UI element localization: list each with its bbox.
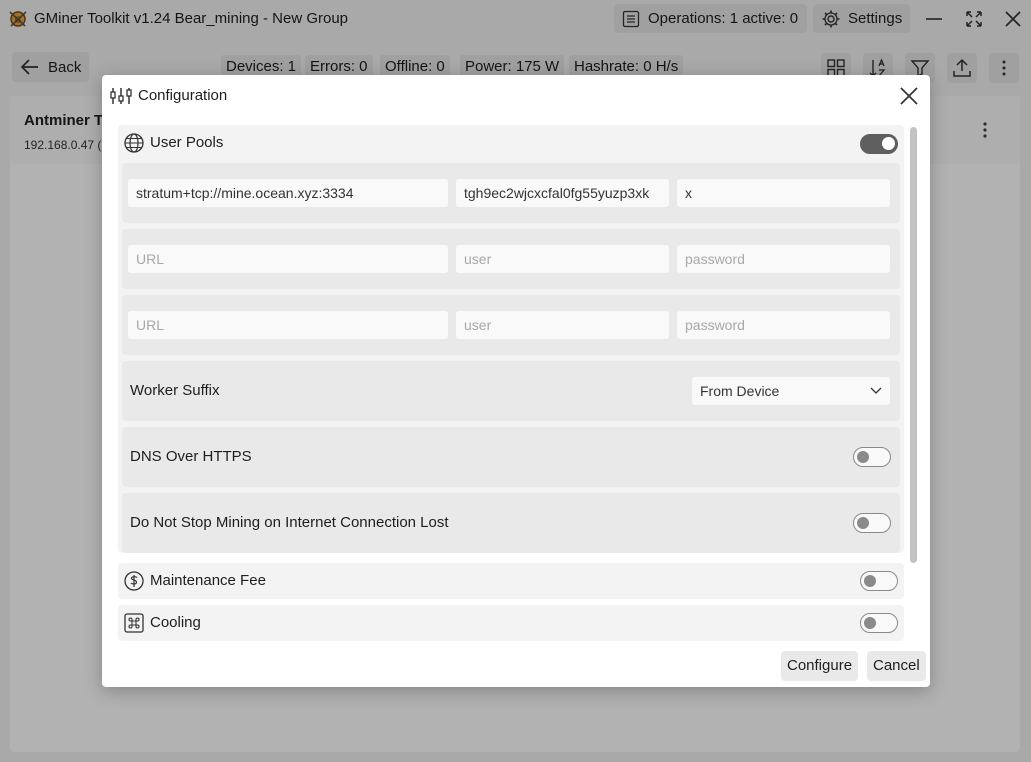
pool-row-3 <box>122 295 900 355</box>
configure-button[interactable]: Configure <box>781 651 859 681</box>
dialog-scroll-area[interactable]: User Pools Wor <box>110 121 914 645</box>
pool-row-1 <box>122 163 900 223</box>
pool-row-2 <box>122 229 900 289</box>
pool-3-url-input[interactable] <box>128 311 448 339</box>
user-pools-label: User Pools <box>150 134 224 151</box>
pool-1-url-input[interactable] <box>128 179 448 207</box>
worker-suffix-label: Worker Suffix <box>130 382 220 399</box>
dialog-scrollbar[interactable] <box>910 127 917 563</box>
dialog-title: Configuration <box>138 87 228 104</box>
pool-2-url-input[interactable] <box>128 245 448 273</box>
maintenance-fee-label: Maintenance Fee <box>150 572 266 589</box>
worker-suffix-select[interactable]: From Device <box>692 377 890 405</box>
dns-over-https-label: DNS Over HTTPS <box>130 448 252 465</box>
pool-2-user-input[interactable] <box>456 245 669 273</box>
globe-icon <box>124 133 144 153</box>
worker-suffix-row: Worker Suffix From Device <box>122 361 900 421</box>
cancel-button[interactable]: Cancel <box>867 651 926 681</box>
maintenance-fee-toggle[interactable] <box>860 571 898 591</box>
user-pools-section: User Pools Wor <box>118 125 904 553</box>
maintenance-fee-section: Maintenance Fee <box>118 563 904 599</box>
close-dialog-icon[interactable] <box>898 85 920 107</box>
cooling-toggle[interactable] <box>860 613 898 633</box>
dns-over-https-toggle[interactable] <box>853 447 891 467</box>
pool-3-user-input[interactable] <box>456 311 669 339</box>
cooling-header: Cooling <box>118 605 904 641</box>
worker-suffix-value: From Device <box>700 383 780 399</box>
cooling-label: Cooling <box>150 614 201 631</box>
pool-2-password-input[interactable] <box>677 245 890 273</box>
dns-over-https-row: DNS Over HTTPS <box>122 427 900 487</box>
maintenance-fee-header: Maintenance Fee <box>118 563 904 599</box>
no-stop-mining-toggle[interactable] <box>853 513 891 533</box>
no-stop-mining-row: Do Not Stop Mining on Internet Connectio… <box>122 493 900 553</box>
chevron-down-icon <box>870 387 882 394</box>
dollar-icon <box>124 571 144 591</box>
user-pools-header: User Pools <box>118 125 904 161</box>
user-pools-toggle[interactable] <box>860 134 898 154</box>
configuration-dialog: Configuration User Pools stratum+tcp://m… <box>102 75 930 687</box>
pool-1-password-input[interactable] <box>677 179 890 207</box>
cooling-section: Cooling <box>118 605 904 641</box>
sliders-icon <box>110 88 132 104</box>
pool-1-user-input[interactable] <box>456 179 669 207</box>
pool-3-password-input[interactable] <box>677 311 890 339</box>
command-icon <box>124 613 144 633</box>
no-stop-mining-label: Do Not Stop Mining on Internet Connectio… <box>130 514 449 531</box>
